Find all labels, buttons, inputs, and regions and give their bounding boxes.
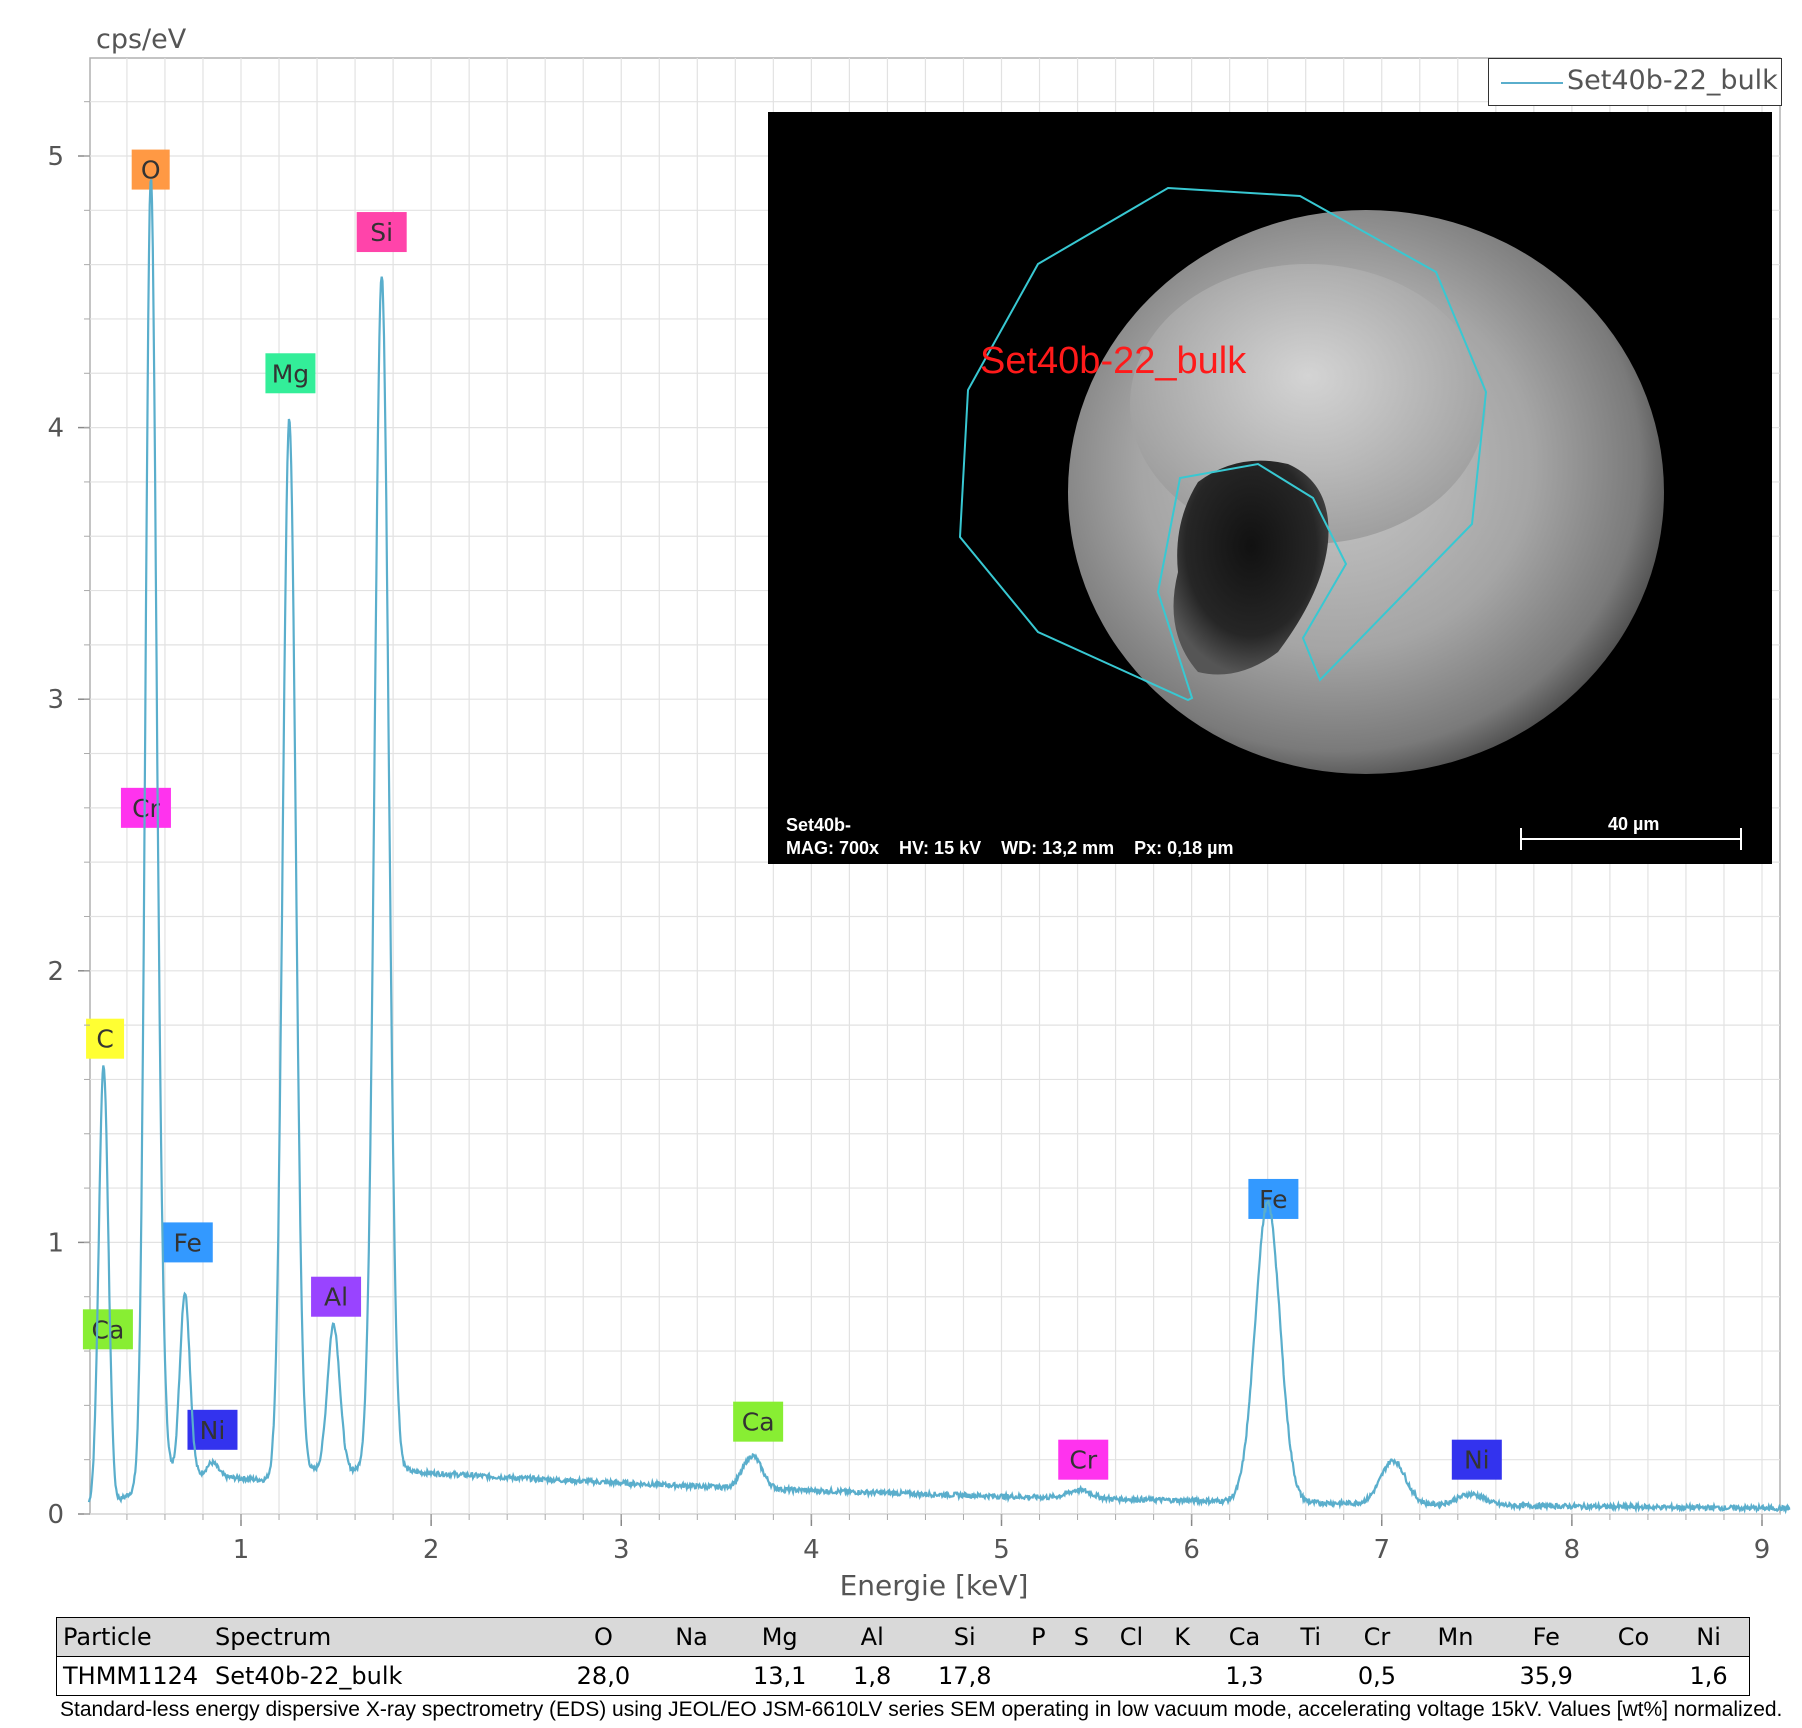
peak-label-fe: Fe (162, 1222, 213, 1263)
table-cell: 1,8 (832, 1656, 913, 1696)
table-cell (1284, 1656, 1337, 1696)
table-cell: 1,3 (1204, 1656, 1285, 1696)
x-tick-label: 3 (613, 1535, 630, 1565)
y-tick-label: 2 (47, 957, 64, 987)
legend-series-name: Set40b-22_bulk (1567, 65, 1778, 96)
y-tick-label: 0 (47, 1500, 64, 1530)
table-cell: Set40b-22_bulk (209, 1656, 551, 1696)
table-cell (1159, 1656, 1205, 1696)
peak-label-text: Mg (272, 359, 309, 388)
table-header-cell: K (1159, 1617, 1205, 1657)
table-header-cell: Co (1598, 1617, 1669, 1657)
y-tick-label: 3 (47, 685, 64, 715)
table-cell: 17,8 (912, 1656, 1018, 1696)
sem-hv: HV: 15 kV (899, 838, 982, 858)
peak-label-text: Ni (200, 1416, 226, 1445)
peak-label-text: Fe (1259, 1185, 1287, 1214)
table-header-cell: Mn (1417, 1617, 1494, 1657)
table-header-row: Particle Spectrum O Na Mg Al Si P S Cl K… (56, 1617, 1751, 1657)
peak-label-ca: Ca (733, 1401, 784, 1442)
table-header-cell: O (551, 1617, 656, 1657)
peak-label-text: Si (370, 218, 393, 247)
table-header-cell: Ni (1668, 1617, 1751, 1657)
table-cell (1598, 1656, 1669, 1696)
table-cell (1017, 1656, 1060, 1696)
peak-label-c: C (86, 1018, 125, 1059)
table-cell: 13,1 (727, 1656, 833, 1696)
x-tick-label: 4 (803, 1535, 820, 1565)
legend-line-swatch (1501, 82, 1563, 84)
table-header-cell: S (1059, 1617, 1104, 1657)
peak-label-mg: Mg (265, 353, 316, 394)
table-cell: THMM1124 (56, 1656, 209, 1696)
y-tick-label: 1 (47, 1228, 64, 1258)
table-header-cell: Particle (56, 1617, 209, 1657)
sem-wd: WD: 13,2 mm (1001, 838, 1115, 858)
table-header-cell: Si (912, 1617, 1018, 1657)
table-header-cell: Na (655, 1617, 728, 1657)
x-axis-title: Energie [keV] (840, 1569, 1029, 1602)
sem-image-graphic (958, 186, 1664, 774)
peak-label-cr: Cr (120, 787, 171, 828)
peak-label-text: C (96, 1025, 113, 1054)
sem-info-line2: MAG: 700x HV: 15 kV WD: 13,2 mm Px: 0,18 µm (786, 838, 1254, 859)
sem-mag: MAG: 700x (786, 838, 880, 858)
table-header-cell: Cl (1103, 1617, 1160, 1657)
sem-micrograph: Set40b-22_bulk Set40b- MAG: 700x HV: 15 k… (768, 112, 1772, 864)
table-header-cell: Cr (1336, 1617, 1418, 1657)
x-tick-label: 7 (1373, 1535, 1390, 1565)
x-tick-label: 6 (1183, 1535, 1200, 1565)
table-header-cell: Mg (727, 1617, 833, 1657)
table-header-cell: Spectrum (209, 1617, 551, 1657)
y-axis-title: cps/eV (96, 24, 187, 55)
table-cell: 1,6 (1668, 1656, 1751, 1696)
scale-bar (1520, 828, 1742, 850)
y-tick-label: 4 (47, 414, 64, 444)
peak-label-al: Al (311, 1276, 362, 1317)
peak-label-text: Ni (1464, 1446, 1490, 1475)
table-header-cell: Fe (1493, 1617, 1599, 1657)
x-tick-label: 1 (233, 1535, 250, 1565)
y-tick-label: 5 (47, 142, 64, 172)
peak-label-ca: Ca (82, 1309, 133, 1350)
sem-px: Px: 0,18 µm (1134, 838, 1234, 858)
table-cell: 0,5 (1336, 1656, 1418, 1696)
peak-label-text: Cr (132, 794, 160, 823)
peak-label-text: Al (324, 1283, 348, 1312)
x-tick-label: 8 (1564, 1535, 1581, 1565)
x-tick-label: 2 (423, 1535, 440, 1565)
peak-label-cr: Cr (1058, 1439, 1109, 1480)
peak-label-ni: Ni (1451, 1439, 1502, 1480)
peak-label-fe: Fe (1248, 1178, 1299, 1219)
scale-bar-label: 40 µm (1608, 814, 1660, 834)
footnote: Standard-less energy dispersive X-ray sp… (60, 1698, 1783, 1721)
table-cell (1103, 1656, 1160, 1696)
table-header-cell: Al (832, 1617, 913, 1657)
composition-table: Particle Spectrum O Na Mg Al Si P S Cl K… (56, 1617, 1751, 1696)
x-tick-label: 9 (1754, 1535, 1771, 1565)
table-cell: 28,0 (551, 1656, 656, 1696)
table-cell (655, 1656, 728, 1696)
sem-region-label: Set40b-22_bulk (980, 340, 1247, 382)
table-row: THMM1124 Set40b-22_bulk 28,0 13,1 1,8 17… (56, 1656, 1751, 1696)
table-cell: 35,9 (1493, 1656, 1599, 1696)
peak-label-text: Fe (174, 1228, 202, 1257)
sem-info-line1: Set40b- (786, 815, 852, 835)
legend: Set40b-22_bulk (1488, 58, 1782, 106)
peak-label-si: Si (356, 212, 407, 253)
x-tick-label: 5 (993, 1535, 1010, 1565)
table-cell (1059, 1656, 1104, 1696)
table-cell (1417, 1656, 1494, 1696)
table-header-cell: P (1017, 1617, 1060, 1657)
peak-label-text: Cr (1069, 1446, 1097, 1475)
peak-label-text: Ca (742, 1408, 775, 1437)
table-header-cell: Ti (1284, 1617, 1337, 1657)
table-header-cell: Ca (1204, 1617, 1285, 1657)
